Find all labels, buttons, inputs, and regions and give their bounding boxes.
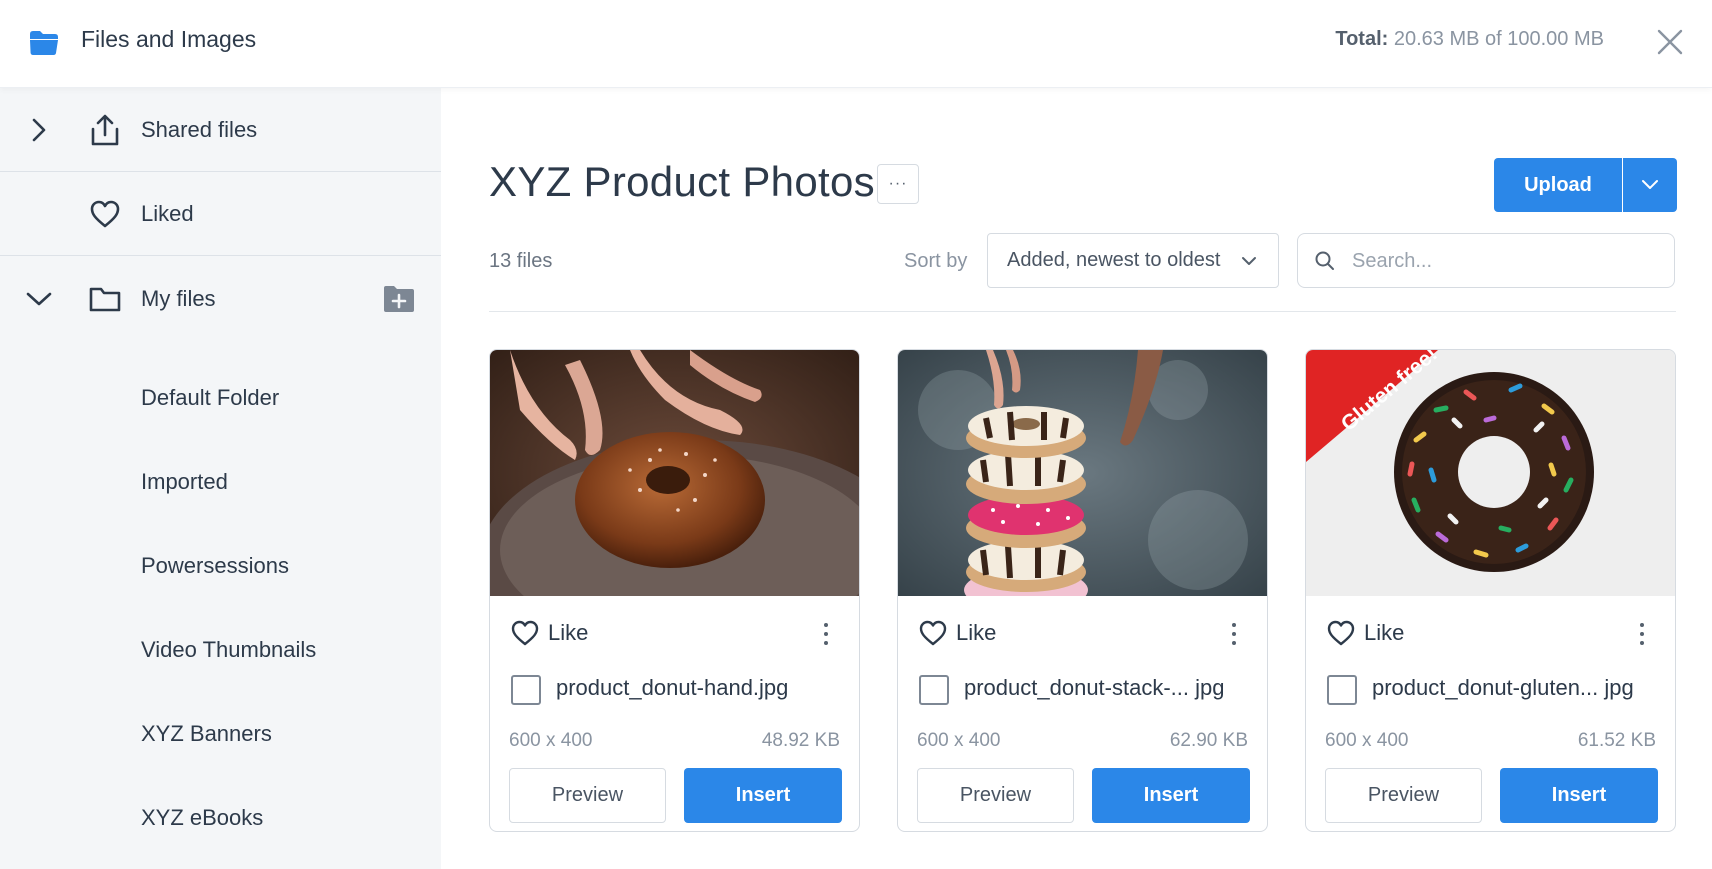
file-card[interactable]: Like product_donut-stack-... jpg 600 x 4… [897,349,1268,832]
preview-button[interactable]: Preview [917,768,1074,823]
file-size: 62.90 KB [1169,730,1248,751]
divider [489,311,1676,312]
sidebar-folder-label: Default Folder [141,385,280,410]
like-button[interactable]: Like [918,619,996,647]
sidebar-folder-video-thumbnails[interactable]: Video Thumbnails [0,608,441,692]
close-icon [1657,29,1683,55]
file-count: 13 files [489,250,553,272]
file-card[interactable]: Gluten free! Like product_donut-gluten..… [1305,349,1676,832]
preview-button[interactable]: Preview [1325,768,1482,823]
main-content: XYZ Product Photos ··· Upload 13 files S… [441,88,1712,869]
heart-icon [511,620,539,646]
more-options-icon[interactable] [821,620,831,648]
select-checkbox[interactable] [919,675,949,705]
upload-dropdown-button[interactable] [1623,158,1677,212]
chevron-down-icon [1642,180,1658,189]
file-name: product_donut-stack-... jpg [964,675,1225,700]
like-label: Like [956,620,997,645]
share-upload-icon [88,113,122,147]
heart-icon [919,620,947,646]
sidebar-folder-xyz-ebooks[interactable]: XYZ eBooks [0,776,441,860]
preview-button[interactable]: Preview [509,768,666,823]
sidebar-folder-xyz-banners[interactable]: XYZ Banners [0,692,441,776]
sidebar-folder-label: Video Thumbnails [141,637,317,662]
storage-total-value: 20.63 MB of 100.00 MB [1393,28,1604,50]
sidebar-item-my-files[interactable]: My files [0,257,441,341]
donut-stack-image [898,350,1267,596]
header-bar: Files and Images Total: 20.63 MB of 100.… [0,0,1712,88]
more-options-icon[interactable] [1637,620,1647,648]
close-button[interactable] [1650,22,1690,62]
storage-total-label: Total: [1335,28,1389,50]
folder-options-button[interactable]: ··· [877,164,919,204]
sidebar-folder-label: Imported [141,469,228,494]
sort-by-label: Sort by [904,250,968,272]
select-checkbox[interactable] [511,675,541,705]
sidebar-item-label: My files [141,286,216,311]
chevron-down-icon [1242,257,1256,265]
sidebar-folder-powersessions[interactable]: Powersessions [0,524,441,608]
file-name: product_donut-hand.jpg [556,675,789,700]
folder-icon [88,282,122,316]
more-options-icon[interactable] [1229,620,1239,648]
sidebar-folder-label: XYZ Banners [141,721,272,746]
chevron-down-icon[interactable] [24,284,54,314]
sort-select-value: Added, newest to oldest [1007,249,1221,271]
like-button[interactable]: Like [1326,619,1404,647]
sidebar-item-liked[interactable]: Liked [0,172,441,256]
file-thumbnail[interactable] [898,350,1267,596]
sidebar-folder-label: XYZ eBooks [141,805,264,830]
file-size: 48.92 KB [761,730,840,751]
app-title: Files and Images [81,26,257,52]
sort-select[interactable]: Added, newest to oldest [987,233,1279,288]
search-icon [1315,251,1334,270]
chevron-right-icon[interactable] [24,115,54,145]
file-thumbnail[interactable]: Gluten free! [1306,350,1675,596]
like-button[interactable]: Like [510,619,588,647]
select-checkbox[interactable] [1327,675,1357,705]
file-name: product_donut-gluten... jpg [1372,675,1634,700]
sidebar-item-label: Shared files [141,116,258,142]
file-dimensions: 600 x 400 [1325,730,1409,751]
donut-hand-image [490,350,859,596]
insert-button[interactable]: Insert [1500,768,1658,823]
sidebar-item-shared-files[interactable]: Shared files [0,88,441,172]
add-folder-icon[interactable] [383,284,415,314]
donut-gluten-image: Gluten free! [1306,350,1675,596]
file-size: 61.52 KB [1577,730,1656,751]
page-title: XYZ Product Photos [489,158,875,205]
search-field[interactable] [1297,233,1675,288]
sidebar-folder-imported[interactable]: Imported [0,440,441,524]
like-label: Like [548,620,589,645]
file-card[interactable]: Like product_donut-hand.jpg 600 x 400 48… [489,349,860,832]
file-dimensions: 600 x 400 [509,730,593,751]
heart-icon [1327,620,1355,646]
sidebar-item-label: Liked [141,200,194,226]
upload-button[interactable]: Upload [1494,158,1622,212]
sidebar-folder-label: Powersessions [141,553,289,578]
file-thumbnail[interactable] [490,350,859,596]
file-dimensions: 600 x 400 [917,730,1001,751]
insert-button[interactable]: Insert [684,768,842,823]
sidebar: Shared files Liked My files Default Fold… [0,88,441,869]
sidebar-folder-default-folder[interactable]: Default Folder [0,356,441,440]
search-input[interactable] [1352,246,1652,276]
heart-icon [88,197,122,231]
insert-button[interactable]: Insert [1092,768,1250,823]
storage-total: Total: 20.63 MB of 100.00 MB [1335,28,1604,51]
folder-open-icon [30,31,58,55]
like-label: Like [1364,620,1405,645]
